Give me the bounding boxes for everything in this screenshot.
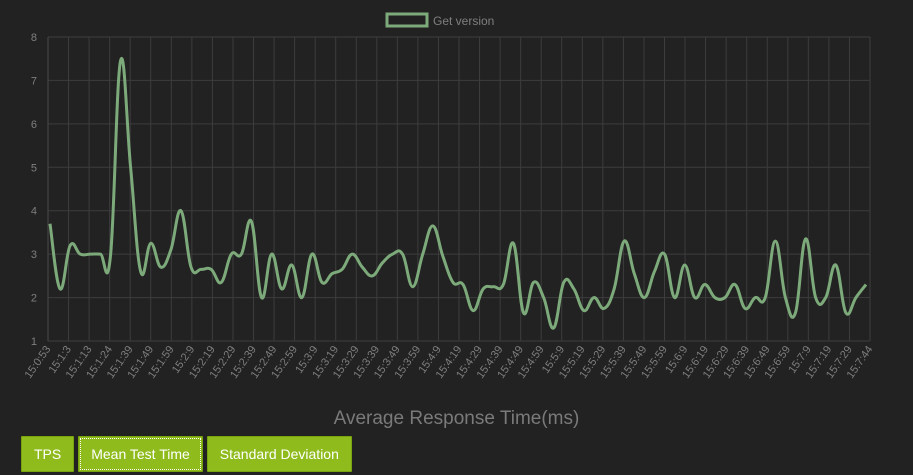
line-chart: Get version 1 2 3 4 5 6 7 8 15:0:5315:1:315:1:1…: [23, 12, 876, 381]
chart-title: Average Response Time(ms): [333, 408, 580, 429]
legend-swatch: [385, 12, 429, 28]
y-tick-label: 7: [31, 75, 37, 87]
legend[interactable]: Get version: [385, 12, 494, 28]
y-tick-label: 1: [31, 336, 37, 348]
mean-test-time-button[interactable]: Mean Test Time: [78, 436, 203, 472]
y-tick-label: 3: [31, 249, 37, 261]
series-line-get-version: [48, 56, 868, 330]
tps-button[interactable]: TPS: [21, 436, 75, 472]
y-tick-label: 6: [31, 119, 37, 131]
y-tick-label: 8: [31, 32, 37, 44]
y-tick-label: 5: [31, 162, 37, 174]
metric-button-group: TPS Mean Test Time Standard Deviation: [21, 436, 352, 472]
y-tick-label: 4: [31, 206, 37, 218]
y-axis: 1 2 3 4 5 6 7 8: [31, 32, 37, 348]
y-tick-label: 2: [31, 293, 37, 305]
x-tick-label: 15:0:53: [23, 344, 54, 381]
x-axis: 15:0:5315:1:315:1:1315:1:2415:1:3915:1:4…: [23, 344, 876, 381]
grid: [47, 36, 871, 342]
legend-label: Get version: [433, 14, 494, 28]
standard-deviation-button[interactable]: Standard Deviation: [206, 436, 352, 472]
